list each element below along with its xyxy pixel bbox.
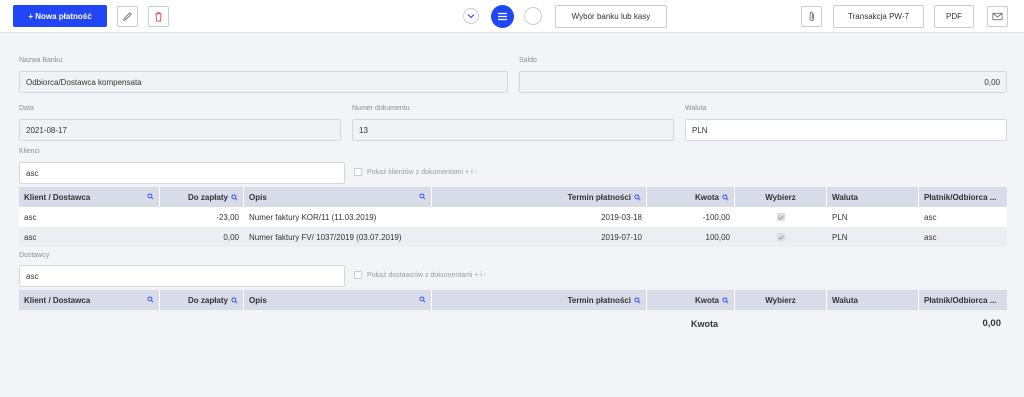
- envelope-icon: [992, 12, 1003, 21]
- doc-number-label: Numer dokumentu: [352, 105, 410, 112]
- search-icon[interactable]: [419, 193, 426, 200]
- pencil-icon: [123, 12, 132, 21]
- col-amount[interactable]: Kwota: [647, 187, 735, 207]
- search-icon[interactable]: [231, 193, 238, 201]
- col-due-date[interactable]: Termin płatności: [432, 187, 647, 207]
- currency-value: PLN: [692, 125, 708, 135]
- chevron-down-icon: [467, 14, 475, 19]
- search-icon[interactable]: [634, 296, 641, 304]
- col-select: Wybierz: [735, 290, 827, 310]
- checkbox-icon: [354, 168, 362, 176]
- search-icon[interactable]: [147, 296, 154, 303]
- col-due[interactable]: Do zapłaty: [160, 187, 244, 207]
- col-currency: Waluta: [827, 187, 919, 207]
- balance-label: Saldo: [519, 57, 537, 64]
- suppliers-table-header: Klient / Dostawca Do zapłaty Opis Termin…: [19, 290, 1007, 310]
- status-toggle[interactable]: [524, 7, 542, 25]
- bank-name-value: Odbiorca/Dostawca kompensata: [26, 77, 142, 87]
- date-field[interactable]: 2021-08-17: [19, 119, 341, 141]
- summary-amount-value: 0,00: [982, 318, 1002, 329]
- doc-number-value: 13: [359, 125, 368, 135]
- menu-icon: [498, 12, 507, 21]
- suppliers-search-value: asc: [26, 271, 39, 281]
- checkbox-icon: [354, 271, 362, 279]
- col-description[interactable]: Opis: [244, 187, 432, 207]
- new-payment-label: + Nowa płatność: [28, 11, 92, 21]
- summary-amount-label: Kwota: [691, 319, 718, 329]
- col-payer: Płatnik/Odbiorca ...: [924, 295, 997, 305]
- col-select: Wybierz: [735, 187, 827, 207]
- toolbar: + Nowa płatność Wybór banku lub kasy Tra…: [0, 0, 1024, 33]
- paperclip-icon: [809, 11, 814, 21]
- pdf-button[interactable]: PDF: [934, 5, 974, 28]
- clients-filter-label: Pokaż klientów z dokumentami + i -: [367, 168, 477, 176]
- clients-search-value: asc: [26, 168, 39, 178]
- doc-number-field[interactable]: 13: [352, 119, 674, 141]
- search-icon[interactable]: [147, 193, 154, 200]
- bank-name-field[interactable]: Odbiorca/Dostawca kompensata: [19, 71, 508, 93]
- transaction-label: Transakcja PW-7: [848, 12, 909, 21]
- email-button[interactable]: [987, 6, 1008, 27]
- pdf-label: PDF: [946, 12, 962, 21]
- transaction-button[interactable]: Transakcja PW-7: [833, 5, 924, 28]
- suppliers-label: Dostawcy: [19, 252, 50, 259]
- clients-table-header: Klient / Dostawca Do zapłaty Opis Termin…: [19, 187, 1007, 207]
- col-due-date[interactable]: Termin płatności: [432, 290, 647, 310]
- col-payer: Płatnik/Odbiorca ...: [924, 192, 997, 202]
- suppliers-filter-label: Pokaż dostawców z dokumentami + i -: [367, 271, 487, 279]
- clients-filter-checkbox[interactable]: Pokaż klientów z dokumentami + i -: [354, 168, 477, 176]
- col-amount[interactable]: Kwota: [647, 290, 735, 310]
- col-description[interactable]: Opis: [244, 290, 432, 310]
- select-checkbox[interactable]: [735, 227, 827, 247]
- attach-button[interactable]: [801, 6, 822, 27]
- balance-field[interactable]: 0,00: [519, 71, 1007, 93]
- col-client[interactable]: Klient / Dostawca: [19, 187, 160, 207]
- choose-bank-button[interactable]: Wybór banku lub kasy: [555, 5, 667, 28]
- suppliers-search-input[interactable]: asc: [19, 265, 345, 287]
- menu-button[interactable]: [491, 5, 514, 28]
- table-row[interactable]: asc -23,00 Numer faktury KOR/11 (11.03.2…: [19, 207, 1007, 227]
- check-icon: [778, 235, 784, 240]
- date-value: 2021-08-17: [26, 125, 67, 135]
- suppliers-filter-checkbox[interactable]: Pokaż dostawców z dokumentami + i -: [354, 271, 486, 279]
- trash-icon: [155, 11, 162, 22]
- table-row[interactable]: asc 0,00 Numer faktury FV/ 1037/2019 (03…: [19, 227, 1007, 247]
- delete-button[interactable]: [148, 6, 169, 27]
- new-payment-button[interactable]: + Nowa płatność: [13, 5, 107, 27]
- edit-button[interactable]: [117, 6, 138, 27]
- currency-field[interactable]: PLN: [685, 119, 1007, 141]
- choose-bank-label: Wybór banku lub kasy: [571, 12, 651, 21]
- bank-name-label: Nazwa Banku: [19, 57, 63, 64]
- date-label: Data: [19, 105, 34, 112]
- col-client[interactable]: Klient / Dostawca: [19, 290, 160, 310]
- clients-search-input[interactable]: asc: [19, 162, 345, 184]
- clients-label: Klienci: [19, 148, 40, 155]
- search-icon[interactable]: [419, 296, 426, 303]
- search-icon[interactable]: [634, 193, 641, 201]
- col-due[interactable]: Do zapłaty: [160, 290, 244, 310]
- check-icon: [778, 215, 784, 220]
- search-icon[interactable]: [722, 193, 729, 201]
- currency-label: Waluta: [685, 105, 707, 112]
- search-icon[interactable]: [231, 296, 238, 304]
- select-checkbox[interactable]: [735, 207, 827, 227]
- col-currency: Waluta: [827, 290, 919, 310]
- search-icon[interactable]: [722, 296, 729, 304]
- balance-value: 0,00: [984, 77, 1000, 87]
- collapse-toggle[interactable]: [463, 8, 479, 24]
